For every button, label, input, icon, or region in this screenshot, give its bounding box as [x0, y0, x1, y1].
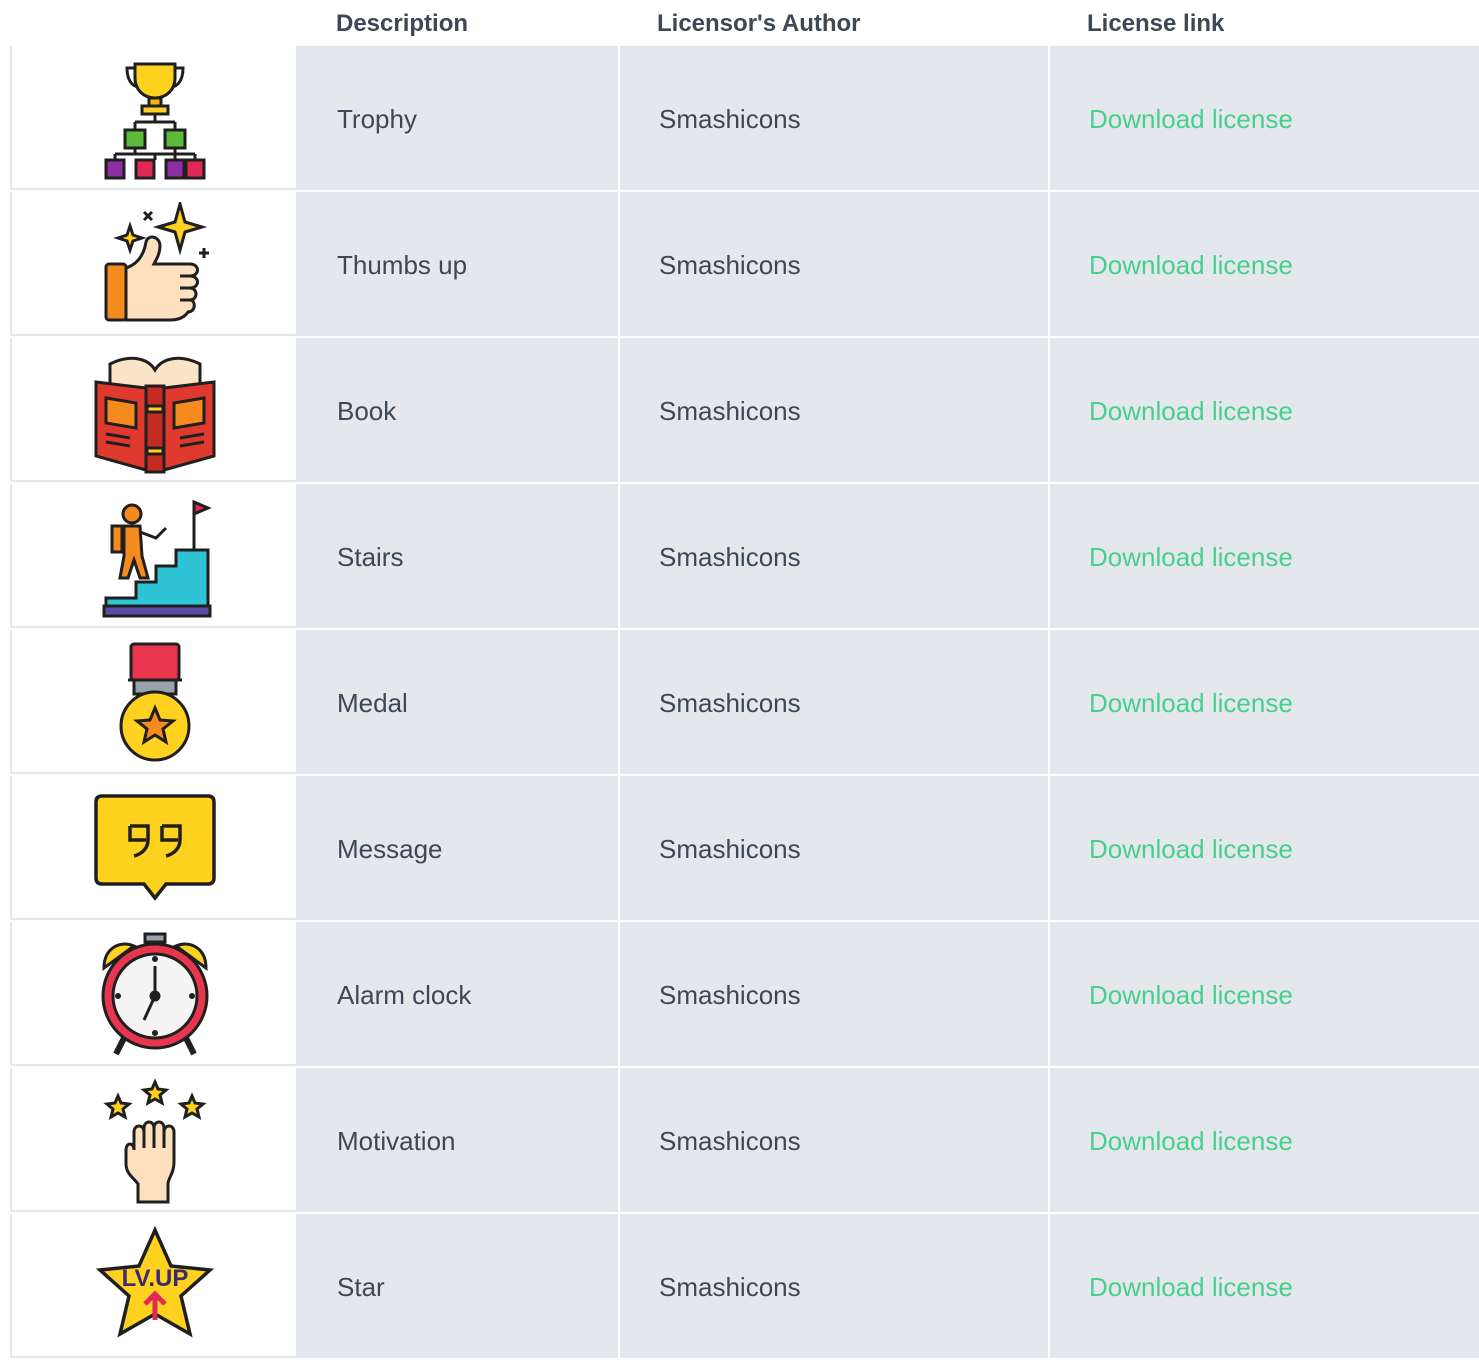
thumbs-up-icon	[90, 202, 220, 328]
author-cell: Smashicons	[620, 1068, 1048, 1212]
download-license-link[interactable]: Download license	[1089, 542, 1293, 573]
license-link-cell: Download license	[1050, 46, 1479, 190]
description-text: Message	[337, 834, 443, 864]
license-link-cell: Download license	[1050, 630, 1479, 774]
description-cell: Medal	[296, 630, 618, 774]
author-text: Smashicons	[659, 834, 801, 864]
description-text: Trophy	[337, 104, 417, 134]
icon-cell	[10, 338, 296, 482]
icon-cell: LV.UP	[10, 1214, 296, 1358]
description-text: Book	[337, 396, 397, 426]
description-text: Alarm clock	[337, 980, 472, 1010]
description-cell: Alarm clock	[296, 922, 618, 1066]
column-header-license-link: License link	[1087, 10, 1225, 37]
table-row: Book Smashicons Download license	[10, 338, 1479, 484]
table-row: Medal Smashicons Download license	[10, 630, 1479, 776]
table-row: Thumbs up Smashicons Download license	[10, 192, 1479, 338]
author-text: Smashicons	[659, 250, 801, 280]
license-link-cell: Download license	[1050, 192, 1479, 336]
download-license-link[interactable]: Download license	[1089, 104, 1293, 135]
description-text: Stairs	[337, 542, 404, 572]
table-row: Trophy Smashicons Download license	[10, 46, 1479, 192]
author-cell: Smashicons	[620, 338, 1048, 482]
description-cell: Thumbs up	[296, 192, 618, 336]
author-text: Smashicons	[659, 980, 801, 1010]
table-row: Motivation Smashicons Download license	[10, 1068, 1479, 1214]
author-cell: Smashicons	[620, 1214, 1048, 1358]
download-license-link[interactable]: Download license	[1089, 834, 1293, 865]
author-text: Smashicons	[659, 1272, 801, 1302]
description-text: Thumbs up	[337, 250, 468, 280]
table-row: LV.UP Star Smashicons Download license	[10, 1214, 1479, 1360]
motivation-icon	[90, 1078, 220, 1204]
license-table: Trophy Smashicons Download license Thumb…	[10, 46, 1479, 1360]
author-text: Smashicons	[659, 542, 801, 572]
author-text: Smashicons	[659, 396, 801, 426]
trophy-bracket-icon	[90, 56, 220, 182]
stairs-icon	[90, 494, 220, 620]
icon-cell	[10, 1068, 296, 1212]
column-header-description: Description	[336, 10, 469, 37]
author-cell: Smashicons	[620, 192, 1048, 336]
icon-cell	[10, 46, 296, 190]
description-cell: Message	[296, 776, 618, 920]
author-text: Smashicons	[659, 688, 801, 718]
license-link-cell: Download license	[1050, 1068, 1479, 1212]
author-cell: Smashicons	[620, 630, 1048, 774]
table-row: Stairs Smashicons Download license	[10, 484, 1479, 630]
icon-cell	[10, 922, 296, 1066]
star-icon: LV.UP	[90, 1224, 220, 1350]
author-cell: Smashicons	[620, 922, 1048, 1066]
star-icon-text: LV.UP	[122, 1265, 189, 1292]
license-link-cell: Download license	[1050, 922, 1479, 1066]
download-license-link[interactable]: Download license	[1089, 1272, 1293, 1303]
download-license-link[interactable]: Download license	[1089, 250, 1293, 281]
table-row: Alarm clock Smashicons Download license	[10, 922, 1479, 1068]
column-header-author: Licensor's Author	[657, 10, 861, 37]
alarm-clock-icon	[90, 932, 220, 1058]
download-license-link[interactable]: Download license	[1089, 1126, 1293, 1157]
description-text: Star	[337, 1272, 385, 1302]
book-icon	[90, 348, 220, 474]
icon-cell	[10, 484, 296, 628]
description-text: Motivation	[337, 1126, 456, 1156]
download-license-link[interactable]: Download license	[1089, 688, 1293, 719]
download-license-link[interactable]: Download license	[1089, 396, 1293, 427]
license-link-cell: Download license	[1050, 338, 1479, 482]
license-link-cell: Download license	[1050, 484, 1479, 628]
download-license-link[interactable]: Download license	[1089, 980, 1293, 1011]
table-row: Message Smashicons Download license	[10, 776, 1479, 922]
license-link-cell: Download license	[1050, 1214, 1479, 1358]
description-cell: Stairs	[296, 484, 618, 628]
description-cell: Trophy	[296, 46, 618, 190]
author-cell: Smashicons	[620, 46, 1048, 190]
medal-icon	[90, 640, 220, 766]
author-cell: Smashicons	[620, 776, 1048, 920]
message-icon	[90, 786, 220, 912]
icon-cell	[10, 630, 296, 774]
table-header: Description Licensor's Author License li…	[0, 0, 1479, 46]
icon-cell	[10, 776, 296, 920]
license-link-cell: Download license	[1050, 776, 1479, 920]
description-cell: Motivation	[296, 1068, 618, 1212]
icon-cell	[10, 192, 296, 336]
author-cell: Smashicons	[620, 484, 1048, 628]
author-text: Smashicons	[659, 104, 801, 134]
description-cell: Star	[296, 1214, 618, 1358]
author-text: Smashicons	[659, 1126, 801, 1156]
description-text: Medal	[337, 688, 408, 718]
description-cell: Book	[296, 338, 618, 482]
